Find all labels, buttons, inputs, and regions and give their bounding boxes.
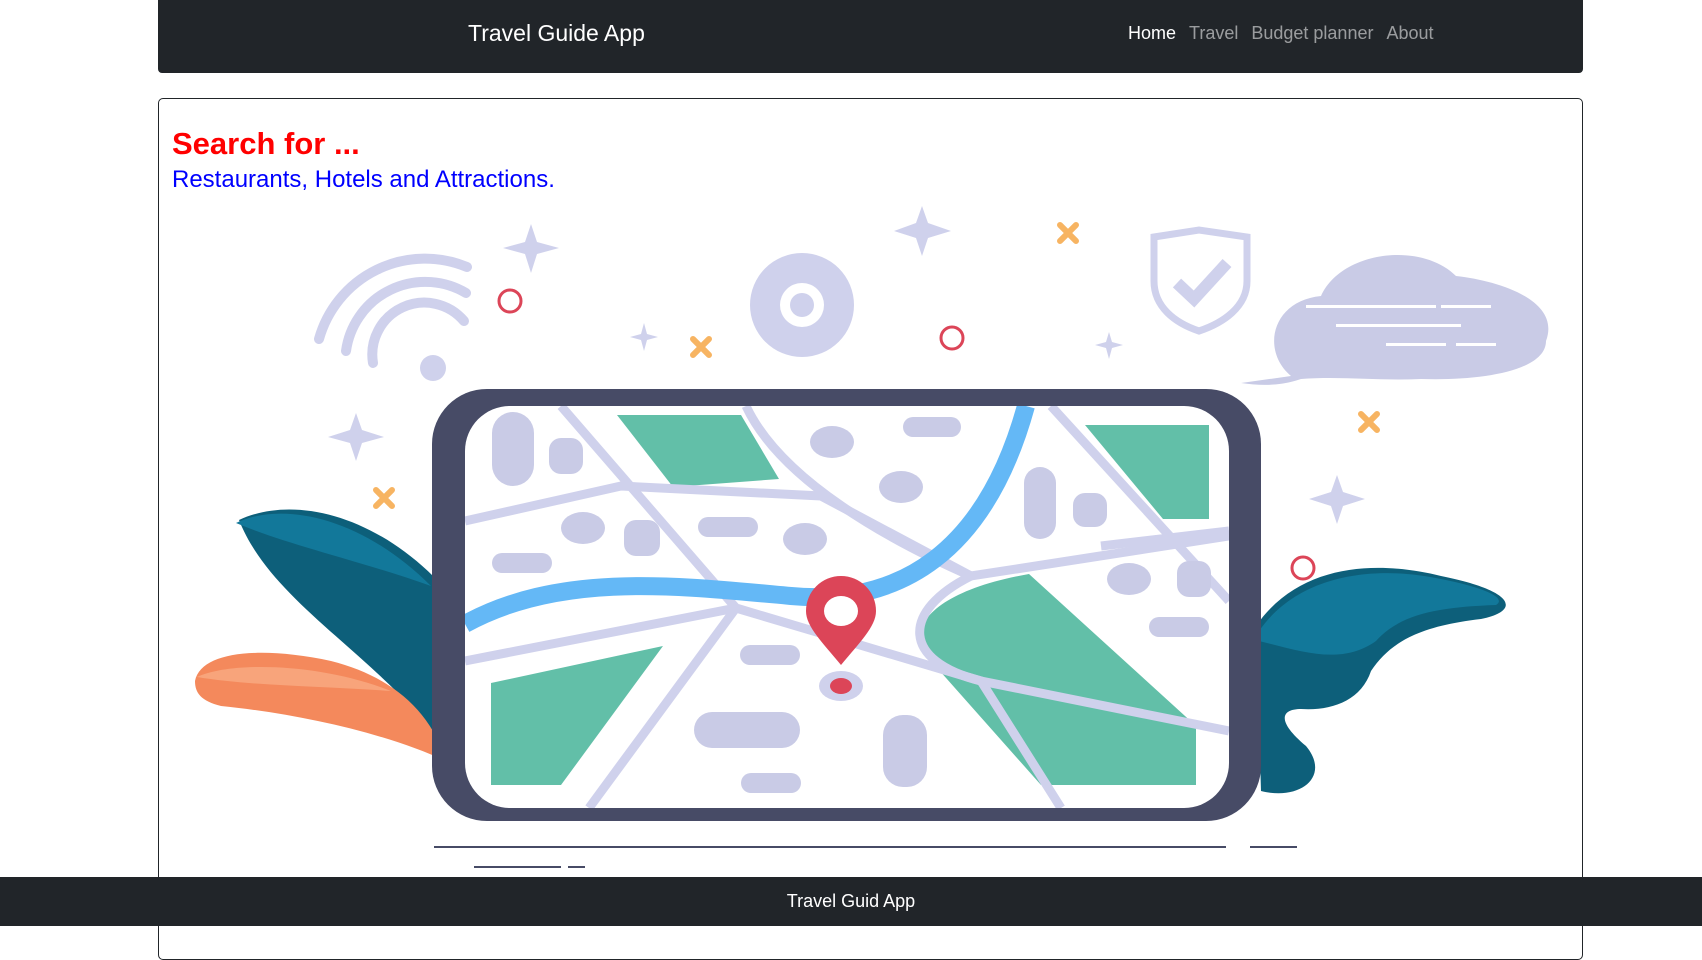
right-leaves — [1256, 567, 1506, 794]
navbar-brand[interactable]: Travel Guide App — [468, 20, 645, 47]
wifi-icon — [314, 253, 472, 381]
ground-lines — [434, 846, 1297, 868]
nav-link-about[interactable]: About — [1386, 23, 1433, 44]
cloud-icon — [1241, 254, 1549, 385]
main-card: Search for ... Restaurants, Hotels and A… — [158, 98, 1583, 960]
gear-icon — [750, 253, 854, 357]
footer-text: Travel Guid App — [786, 891, 916, 911]
nav-link-home[interactable]: Home — [1128, 23, 1176, 44]
travel-map-illustration — [195, 206, 1549, 868]
nav-links: Home Travel Budget planner About — [1128, 23, 1447, 44]
top-navbar: Travel Guide App Home Travel Budget plan… — [158, 0, 1583, 73]
nav-link-travel[interactable]: Travel — [1189, 23, 1238, 44]
nav-link-budget-planner[interactable]: Budget planner — [1251, 23, 1373, 44]
page-footer: Travel Guid App — [0, 877, 1702, 926]
shield-check-icon — [1150, 226, 1251, 335]
map-screen — [465, 406, 1229, 808]
